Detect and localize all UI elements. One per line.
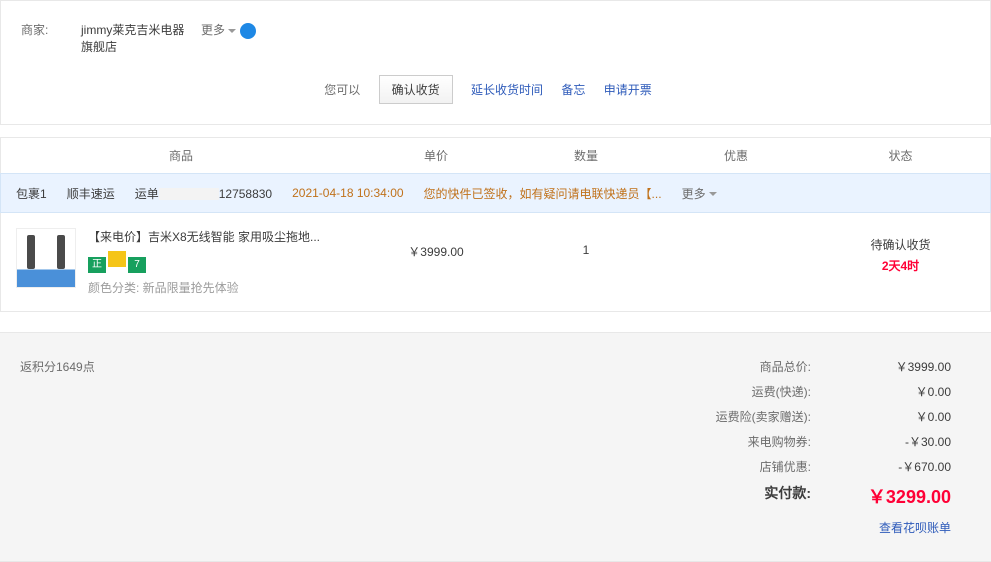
product-sku: 颜色分类: 新品限量抢先体验 [88,279,320,296]
merchant-more-link[interactable]: 更多 [201,21,236,38]
sku-value: 新品限量抢先体验 [143,281,239,295]
order-item-row: 【来电价】吉米X8无线智能 家用吸尘拖地... 正7 颜色分类: 新品限量抢先体… [0,213,991,312]
note-link[interactable]: 备忘 [561,83,585,97]
tracking-suffix: 12758830 [219,187,272,201]
huabei-link[interactable]: 查看花呗账单 [879,521,951,535]
merchant-label: 商家: [21,21,81,38]
product-thumbnail[interactable] [16,228,76,288]
authentic-badge-icon: 正 [88,257,106,273]
delivery-timestamp: 2021-04-18 10:34:00 [292,186,403,200]
chevron-down-icon [709,192,717,196]
merchant-name[interactable]: jimmy莱克吉米电器旗舰店 [81,21,191,55]
item-price: ￥3999.00 [361,228,511,296]
invoice-link[interactable]: 申请开票 [604,83,652,97]
item-countdown: 2天4时 [811,257,990,274]
col-product: 商品 [1,147,361,164]
summary-label: 运费(快递): [671,383,811,400]
summary-final-row: 实付款: ￥3299.00 [671,483,951,509]
confirm-receipt-button[interactable]: 确认收货 [379,75,453,104]
summary-row: 店铺优惠: -￥670.00 [671,458,951,475]
order-summary: 返积分1649点 商品总价: ￥3999.00 运费(快递): ￥0.00 运费… [0,332,991,562]
product-title[interactable]: 【来电价】吉米X8无线智能 家用吸尘拖地... [88,228,320,245]
tracking-number: 运单 12758830 [135,185,272,202]
seven-day-badge-icon: 7 [128,257,146,273]
sku-label: 颜色分类: [88,281,143,295]
item-quantity: 1 [511,228,661,296]
tracking-label: 运单 [135,187,159,201]
summary-value: ￥3999.00 [841,358,951,375]
extend-time-link[interactable]: 延长收货时间 [471,83,543,97]
final-value: ￥3299.00 [841,483,951,509]
summary-row: 运费(快递): ￥0.00 [671,383,951,400]
chevron-down-icon [228,29,236,33]
table-header: 商品 单价 数量 优惠 状态 [0,137,991,173]
summary-value: -￥30.00 [841,433,951,450]
summary-label: 商品总价: [671,358,811,375]
package-label: 包裹1 [16,185,47,202]
col-price: 单价 [361,147,511,164]
chat-badge-icon [108,251,126,267]
summary-value: -￥670.00 [841,458,951,475]
carrier-name: 顺丰速运 [67,185,115,202]
summary-label: 运费险(卖家赠送): [671,408,811,425]
col-qty: 数量 [511,147,661,164]
summary-label: 店铺优惠: [671,458,811,475]
wangwang-icon[interactable] [240,23,256,39]
summary-label: 来电购物券: [671,433,811,450]
action-prompt: 您可以 [324,83,360,97]
delivery-message: 您的快件已签收，如有疑问请电联快递员【... [424,185,662,202]
final-label: 实付款: [671,483,811,509]
item-status-text: 待确认收货 [811,236,990,253]
item-discount [661,228,811,296]
col-status: 状态 [811,147,990,164]
package-more-text: 更多 [682,187,706,201]
package-more-link[interactable]: 更多 [682,185,717,202]
points-reward: 返积分1649点 [20,358,95,375]
tracking-redacted [159,188,219,200]
merchant-more-text: 更多 [201,23,225,37]
package-info-row: 包裹1 顺丰速运 运单12758830 2021-04-18 10:34:00 … [0,173,991,213]
product-badges: 正7 [88,251,320,273]
summary-row: 来电购物券: -￥30.00 [671,433,951,450]
summary-value: ￥0.00 [841,383,951,400]
summary-row: 运费险(卖家赠送): ￥0.00 [671,408,951,425]
summary-value: ￥0.00 [841,408,951,425]
summary-row: 商品总价: ￥3999.00 [671,358,951,375]
col-discount: 优惠 [661,147,811,164]
